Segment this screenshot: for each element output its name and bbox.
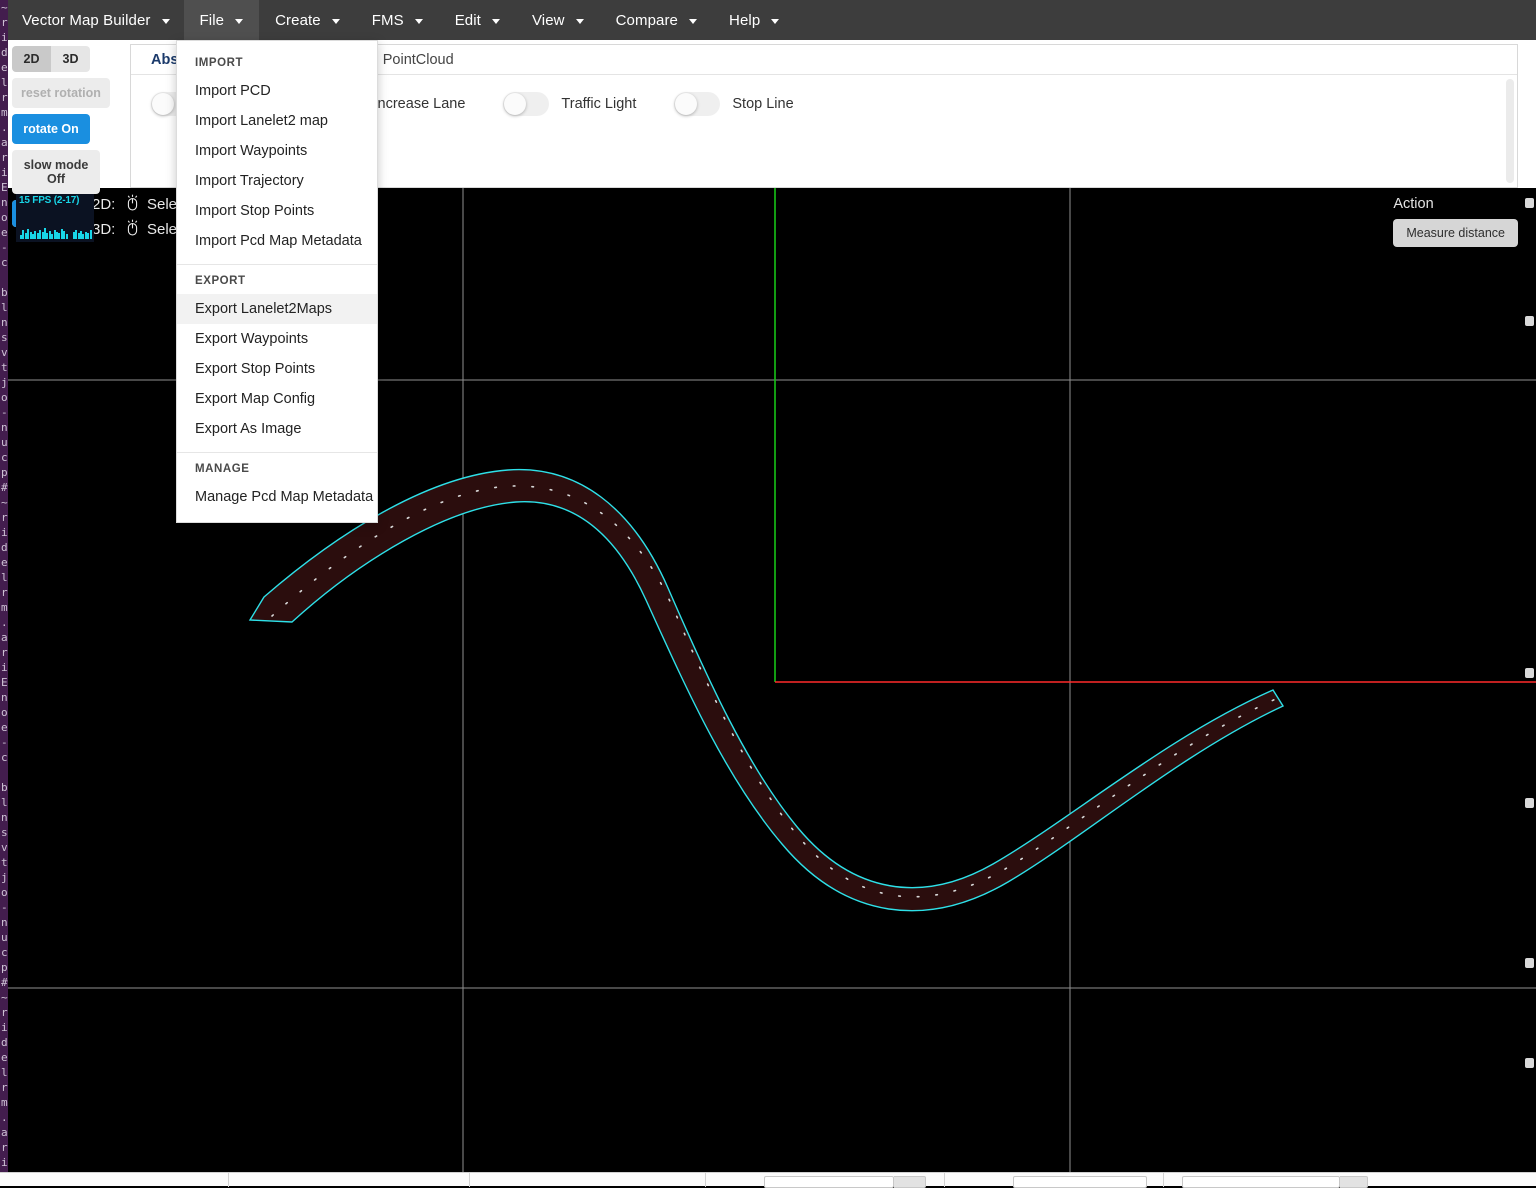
taskbar-spacer <box>945 1173 1013 1187</box>
menu-help[interactable]: Help <box>713 0 795 40</box>
menu-item-label: Create <box>275 12 321 29</box>
chevron-down-icon <box>332 19 340 24</box>
canvas-scrollbar[interactable] <box>1525 198 1534 1168</box>
taskbar-spacer <box>1368 1173 1536 1187</box>
fps-graph <box>20 213 92 239</box>
fps-bar <box>66 234 68 239</box>
menu-bar: Vector Map Builder File Create FMS Edit View C… <box>8 0 1536 40</box>
menu-item-import-lanelet2-map[interactable]: Import Lanelet2 map <box>177 106 377 136</box>
scrollbar-tick[interactable] <box>1525 798 1534 808</box>
taskbar-spacer <box>1164 1173 1182 1187</box>
reset-rotation-button[interactable]: reset rotation <box>12 78 110 108</box>
mouse-icon <box>125 194 140 215</box>
action-panel: Action Measure distance <box>1393 196 1518 247</box>
taskbar-spacer <box>926 1173 944 1187</box>
menu-section-header: EXPORT <box>177 267 377 294</box>
taskbar-spacer <box>229 1173 469 1187</box>
menu-item-label: Compare <box>616 12 678 29</box>
scrollbar-tick[interactable] <box>1525 316 1534 326</box>
menu-section-header: MANAGE <box>177 455 377 482</box>
scrollbar-tick[interactable] <box>1525 1058 1534 1068</box>
measure-distance-button[interactable]: Measure distance <box>1393 219 1518 247</box>
view-mode-segmented: 2D 3D <box>12 46 90 72</box>
chevron-down-icon <box>576 19 584 24</box>
scrollbar-tick[interactable] <box>1525 668 1534 678</box>
menu-item-import-stop-points[interactable]: Import Stop Points <box>177 196 377 226</box>
menu-item-import-pcd[interactable]: Import PCD <box>177 76 377 106</box>
chevron-down-icon <box>235 19 243 24</box>
scrollbar-tick[interactable] <box>1525 198 1534 208</box>
taskbar-spacer <box>0 1173 228 1187</box>
mouse-icon <box>125 219 140 240</box>
rotate-toggle-button[interactable]: rotate On <box>12 114 90 144</box>
menu-item-manage-pcd-map-metadata[interactable]: Manage Pcd Map Metadata <box>177 482 377 512</box>
menu-item-label: Help <box>729 12 760 29</box>
menu-item-label: View <box>532 12 565 29</box>
toggle-traffic-light[interactable] <box>503 92 549 116</box>
panel-scrollbar[interactable] <box>1506 79 1514 183</box>
menu-item-export-stop-points[interactable]: Export Stop Points <box>177 354 377 384</box>
scrollbar-tick[interactable] <box>1525 958 1534 968</box>
menu-item-export-lanelet2maps[interactable]: Export Lanelet2Maps <box>177 294 377 324</box>
toggle-label: Stop Line <box>732 96 793 112</box>
menu-fms[interactable]: FMS <box>356 0 439 40</box>
menu-edit[interactable]: Edit <box>439 0 516 40</box>
toggle-cell: Traffic Light <box>503 92 636 116</box>
view-mode-2d-button[interactable]: 2D <box>12 46 51 72</box>
menu-item-export-waypoints[interactable]: Export Waypoints <box>177 324 377 354</box>
menu-separator <box>177 264 377 265</box>
toggle-label: Increase Lane <box>374 96 466 112</box>
menu-create[interactable]: Create <box>259 0 356 40</box>
taskbar-spacer <box>470 1173 705 1187</box>
menu-vector-map-builder[interactable]: Vector Map Builder <box>8 0 184 40</box>
chevron-down-icon <box>162 19 170 24</box>
panel-tab-pointcloud[interactable]: PointCloud <box>383 52 454 68</box>
chevron-down-icon <box>771 19 779 24</box>
desktop-taskbar[interactable] <box>0 1172 1536 1186</box>
menu-item-export-as-image[interactable]: Export As Image <box>177 414 377 444</box>
menu-item-label: Edit <box>455 12 481 29</box>
menu-item-export-map-config[interactable]: Export Map Config <box>177 384 377 414</box>
chevron-down-icon <box>415 19 423 24</box>
taskbar-spacer <box>706 1173 764 1187</box>
menu-item-import-waypoints[interactable]: Import Waypoints <box>177 136 377 166</box>
menu-section-header: IMPORT <box>177 49 377 76</box>
vector-map-builder-window: Vector Map Builder File Create FMS Edit View C… <box>8 0 1536 1176</box>
menu-item-label: Vector Map Builder <box>22 12 151 29</box>
toggle-stop-line[interactable] <box>674 92 720 116</box>
menu-item-import-trajectory[interactable]: Import Trajectory <box>177 166 377 196</box>
fps-widget: 15 FPS (2-17) <box>16 194 94 242</box>
menu-separator <box>177 452 377 453</box>
toggle-label: Traffic Light <box>561 96 636 112</box>
file-dropdown-menu: IMPORTImport PCDImport Lanelet2 mapImpor… <box>176 40 378 523</box>
menu-compare[interactable]: Compare <box>600 0 713 40</box>
slow-mode-toggle-button[interactable]: slow mode Off <box>12 150 100 194</box>
fps-label: 15 FPS (2-17) <box>16 194 94 206</box>
view-mode-3d-button[interactable]: 3D <box>51 46 90 72</box>
toggle-cell: Stop Line <box>674 92 793 116</box>
taskbar-spacer <box>1147 1173 1163 1187</box>
menu-file[interactable]: File <box>184 0 260 40</box>
chevron-down-icon <box>689 19 697 24</box>
menu-item-import-pcd-map-metadata[interactable]: Import Pcd Map Metadata <box>177 226 377 256</box>
menu-view[interactable]: View <box>516 0 600 40</box>
action-panel-title: Action <box>1393 196 1433 212</box>
menu-item-label: FMS <box>372 12 404 29</box>
chevron-down-icon <box>492 19 500 24</box>
menu-item-label: File <box>200 12 225 29</box>
fps-bar <box>90 230 92 239</box>
